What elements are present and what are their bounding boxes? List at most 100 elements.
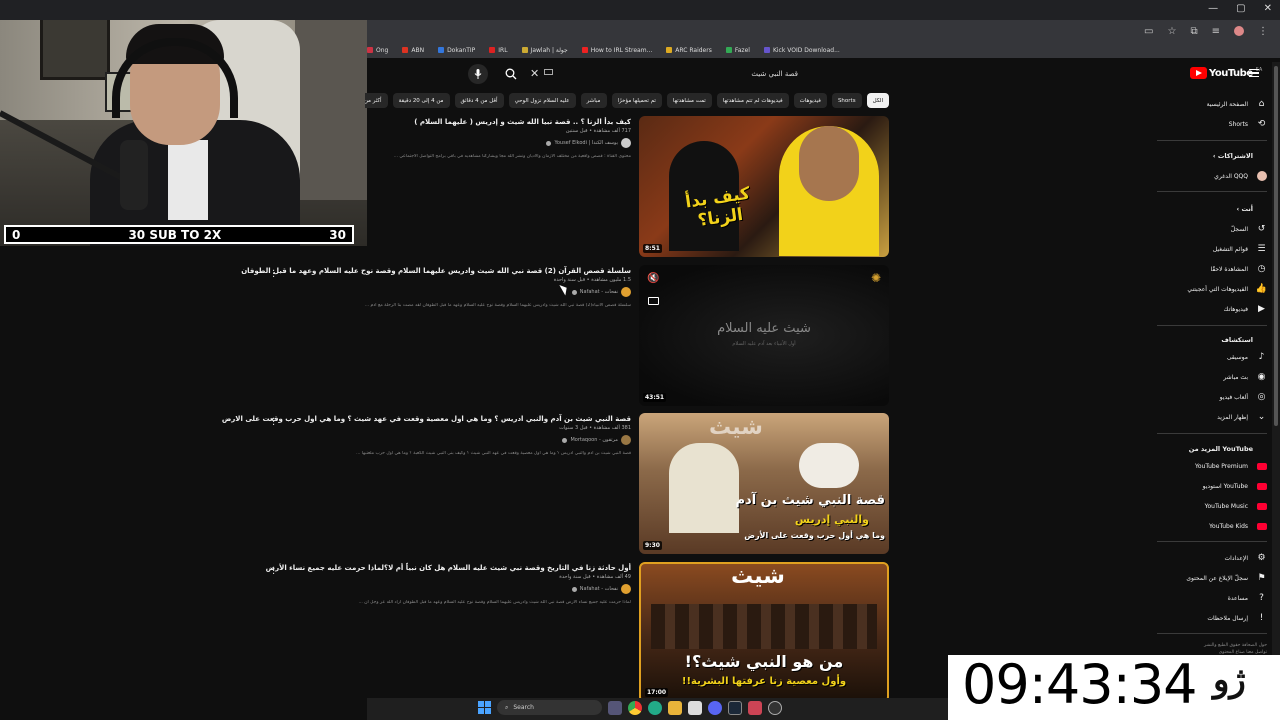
app-icon[interactable] xyxy=(748,700,762,715)
bookmark-item[interactable]: IRL xyxy=(489,47,508,54)
browser-menu-icon[interactable]: ⋮ xyxy=(1258,26,1268,37)
bookmark-star-icon[interactable]: ☆ xyxy=(1168,26,1177,37)
channel-avatar[interactable] xyxy=(621,584,631,594)
sidebar-item[interactable]: السجلّ ↺ xyxy=(1157,221,1267,237)
close-window-button[interactable]: ✕ xyxy=(1264,3,1272,14)
bookmark-item[interactable]: DokanTIP xyxy=(438,47,475,54)
video-title[interactable]: كيف بدأ الزنا ؟ .. قصة نبيا الله شيث و إ… xyxy=(286,117,631,127)
video-channel[interactable]: يوسف الكندا | Yousef Elkodi xyxy=(286,138,631,148)
filter-chip[interactable]: فيديوهات xyxy=(793,93,827,108)
captions-icon[interactable] xyxy=(648,297,659,305)
tab-search-icon[interactable]: ≡ xyxy=(1212,26,1220,37)
video-channel[interactable]: نفحات - Nafahat xyxy=(286,584,631,594)
filter-chip[interactable]: عليه السلام نزول الوحي xyxy=(508,93,576,108)
widgets-icon[interactable] xyxy=(608,700,622,715)
filter-chip[interactable]: أقل من 4 دقائق xyxy=(454,93,504,108)
sidebar-item[interactable]: موسيقى ♪ xyxy=(1157,349,1267,365)
discord-icon[interactable] xyxy=(708,700,722,715)
sidebar-item[interactable]: إظهار المزيد ⌄ xyxy=(1157,409,1267,425)
video-title[interactable]: أول حادثة زنا في التاريخ وقصة نبي شيث عل… xyxy=(266,563,631,573)
channel-name[interactable]: يوسف الكندا | Yousef Elkodi xyxy=(554,140,618,146)
filter-chip[interactable]: الكل xyxy=(866,93,889,108)
filter-chip[interactable]: فيديوهات لم تتم مشاهدتها xyxy=(716,93,789,108)
sidebar-item[interactable]: YouTube Premium xyxy=(1157,458,1267,474)
webcam-person-shirt xyxy=(168,140,208,220)
video-title[interactable]: سلسلة قصص القرآن (2) قصة نبي الله شيث وا… xyxy=(241,266,631,276)
sidebar-item[interactable]: استوديو YouTube xyxy=(1157,478,1267,494)
webcam-shelf xyxy=(295,0,367,200)
video-menu-icon[interactable]: ... xyxy=(272,561,276,577)
store-icon[interactable] xyxy=(688,700,702,715)
channel-avatar[interactable] xyxy=(621,435,631,445)
mute-icon[interactable]: 🔇 xyxy=(647,273,659,284)
profile-avatar[interactable] xyxy=(1234,26,1244,36)
bookmark-item[interactable]: Ong xyxy=(367,47,388,54)
minimize-button[interactable]: — xyxy=(1208,3,1218,14)
obs-icon[interactable] xyxy=(768,700,782,715)
sidebar-item[interactable]: ألعاب فيديو ◎ xyxy=(1157,389,1267,405)
video-title[interactable]: قصة النبي شيث بن آدم والنبي ادريس ؟ وما … xyxy=(222,414,631,424)
sidebar-item[interactable]: فيديوهاتك ▶ xyxy=(1157,301,1267,317)
maximize-button[interactable]: ▢ xyxy=(1236,3,1245,14)
video-menu-icon[interactable]: ... xyxy=(272,264,276,280)
channel-name[interactable]: نفحات - Nafahat xyxy=(580,586,618,592)
sidebar-item[interactable]: بث مباشر ◉ xyxy=(1157,369,1267,385)
thumb-subtitle-2: وما هي أول حرب وقعت على الأرض xyxy=(744,531,885,540)
filter-chip[interactable]: Shorts xyxy=(831,93,862,108)
filter-chip[interactable]: تمت مشاهدتها xyxy=(666,93,712,108)
channel-name[interactable]: مرتقون - Mortaqoon xyxy=(570,437,618,443)
search-button[interactable] xyxy=(500,64,522,84)
filter-chip[interactable]: من 4 إلى 20 دقيقة xyxy=(392,93,450,108)
bookmark-item[interactable]: Jawlah | جولة xyxy=(521,47,568,54)
channel-name[interactable]: نفحات - Nafahat xyxy=(580,289,618,295)
footer-line-1[interactable]: حول الصحافة حقوق الطبع والنشر xyxy=(1157,642,1267,649)
filter-chip[interactable]: أكثر من 20 دقيقة xyxy=(365,93,388,108)
video-thumbnail[interactable]: شيث قصة النبي شيث بن آدم والنبي إدريس وما ه… xyxy=(639,413,889,554)
sidebar-item[interactable]: YouTube Kids xyxy=(1157,518,1267,534)
sidebar-item[interactable]: الدغري QQQ xyxy=(1157,168,1267,184)
bookmark-item[interactable]: Fazel xyxy=(725,47,750,54)
bookmark-item[interactable]: Kick VOID Download... xyxy=(763,47,840,54)
video-channel[interactable]: مرتقون - Mortaqoon xyxy=(286,435,631,445)
filter-chip[interactable]: مباشر xyxy=(580,93,607,108)
search-input[interactable]: قصة النبي شيث xyxy=(548,65,798,83)
filter-chip[interactable]: تم تحميلها مؤخرًا xyxy=(611,93,662,108)
channel-avatar[interactable] xyxy=(621,287,631,297)
video-thumbnail[interactable]: 🔇 شيث عليه السلام أول الأنبياء بعد آدم علي… xyxy=(639,265,889,406)
sidebar-item[interactable]: مساعدة? xyxy=(1157,590,1267,606)
windows-start-icon[interactable] xyxy=(478,701,491,714)
extensions-icon[interactable]: ⧉ xyxy=(1190,26,1197,37)
clear-search-icon[interactable]: ✕ xyxy=(530,67,539,80)
explore-header[interactable]: استكشاف xyxy=(1221,336,1253,344)
video-channel[interactable]: نفحات - Nafahat xyxy=(286,287,631,297)
sidebar-item[interactable]: الإعدادات ⚙ xyxy=(1157,550,1267,566)
sidebar-item[interactable]: المشاهدة لاحقًا ◷ xyxy=(1157,261,1267,277)
taskbar-search[interactable]: ⌕ Search xyxy=(497,700,602,715)
video-menu-icon[interactable]: ... xyxy=(272,412,276,428)
sidebar-item[interactable]: إرسال ملاحظات! xyxy=(1157,610,1267,626)
video-thumbnail[interactable]: شيث من هو النبي شيث؟! وأول معصية زنا عرفته… xyxy=(639,562,889,703)
bookmark-item[interactable]: ABN xyxy=(402,47,424,54)
chrome-icon[interactable] xyxy=(628,700,642,715)
scrollbar-thumb[interactable] xyxy=(1274,66,1278,426)
sidebar-item[interactable]: YouTube Music xyxy=(1157,498,1267,514)
sidebar-item[interactable]: قوائم التشغيل ☰ xyxy=(1157,241,1267,257)
steam-icon[interactable] xyxy=(728,700,742,715)
hamburger-menu-icon[interactable] xyxy=(1249,69,1259,77)
sidebar-item[interactable]: الصفحة الرئيسية ⌂ xyxy=(1157,96,1267,112)
more-from-youtube-header[interactable]: المزيد من YouTube xyxy=(1189,445,1253,453)
sidebar-item[interactable]: Shorts ⟲ xyxy=(1157,116,1267,132)
voice-search-button[interactable] xyxy=(468,64,488,84)
subscriptions-header[interactable]: ‹ الاشتراكات xyxy=(1213,152,1253,160)
file-explorer-icon[interactable] xyxy=(668,700,682,715)
bookmark-item[interactable]: How to IRL Stream... xyxy=(581,47,652,54)
sidebar-item[interactable]: الفيديوهات التي أعجبتني 👍 xyxy=(1157,281,1267,297)
cast-icon[interactable]: ▭ xyxy=(1144,26,1153,37)
sidebar-item[interactable]: سجلّ الإبلاغ عن المحتوى ⚑ xyxy=(1157,570,1267,586)
you-header[interactable]: ‹ أنت xyxy=(1236,205,1253,213)
channel-avatar[interactable] xyxy=(621,138,631,148)
edge-icon[interactable] xyxy=(648,700,662,715)
bookmark-item[interactable]: ARC Raiders xyxy=(666,47,712,54)
video-thumbnail[interactable]: كيف بدأ الزنا؟ 8:51 xyxy=(639,116,889,257)
sidebar-item-label: الدغري QQQ xyxy=(1214,172,1248,180)
